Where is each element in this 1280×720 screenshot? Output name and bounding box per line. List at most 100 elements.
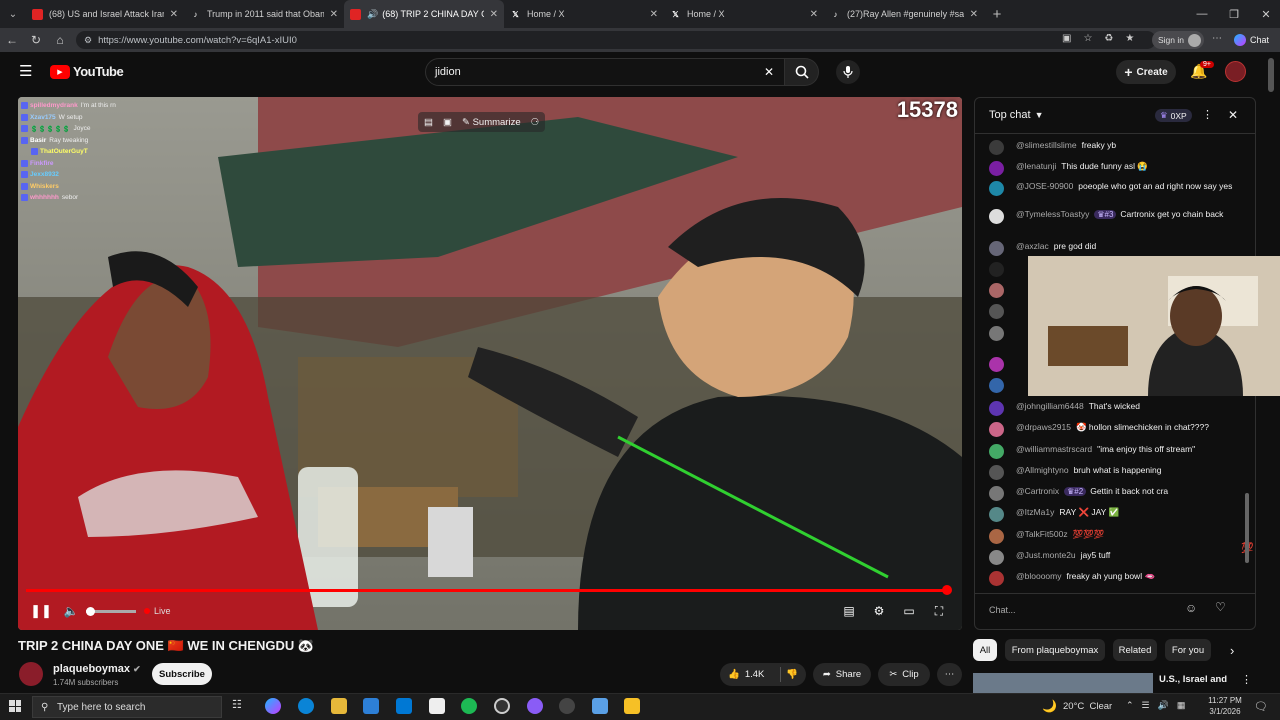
- avatar[interactable]: [989, 209, 1004, 224]
- captions-toggle-icon[interactable]: ▣: [443, 117, 452, 128]
- volume-icon[interactable]: 🔈: [56, 597, 86, 625]
- task-view-icon[interactable]: ☷: [232, 698, 248, 714]
- clear-search-icon[interactable]: ✕: [764, 65, 774, 79]
- speaker-icon[interactable]: 🔊: [367, 9, 378, 20]
- notification-center-icon[interactable]: 🗨: [1254, 700, 1268, 713]
- chip-from-channel[interactable]: From plaqueboymax: [1005, 639, 1105, 661]
- avatar[interactable]: [989, 444, 1004, 459]
- browser-tab-5[interactable]: 𝕏 Home / X ✕: [664, 0, 824, 28]
- like-button[interactable]: 👍 1.4K: [728, 669, 764, 680]
- close-tab-icon[interactable]: ✕: [330, 9, 338, 20]
- tray-expand-icon[interactable]: ⌃: [1126, 700, 1134, 711]
- chat-input[interactable]: Chat...: [989, 600, 1189, 620]
- progress-scrubber[interactable]: [941, 585, 952, 595]
- top-chat-dropdown[interactable]: Top chat ▼: [989, 109, 1044, 121]
- summarize-button[interactable]: ✎ Summarize: [462, 117, 521, 128]
- emoji-picker-icon[interactable]: ☺: [1185, 601, 1197, 615]
- recommendation-thumbnail[interactable]: [973, 673, 1153, 693]
- chat-scroll-thumb[interactable]: [1245, 493, 1249, 563]
- volume-knob[interactable]: [86, 606, 95, 616]
- channel-name[interactable]: plaqueboymax ✔: [53, 663, 141, 675]
- store-icon[interactable]: [363, 698, 379, 714]
- live-indicator[interactable]: Live: [144, 606, 171, 616]
- chat-author[interactable]: @axzlac: [1016, 241, 1049, 251]
- thumbs-down-icon[interactable]: 👎: [786, 669, 798, 680]
- avatar[interactable]: [989, 304, 1004, 319]
- chat-more-menu-icon[interactable]: ⋮: [1202, 108, 1213, 121]
- close-tab-icon[interactable]: ✕: [490, 9, 498, 20]
- pause-icon[interactable]: ❚❚: [26, 597, 56, 625]
- mail-icon[interactable]: [396, 698, 412, 714]
- chat-author[interactable]: @drpaws2915: [1016, 422, 1071, 432]
- chat-author[interactable]: @TalkFit500z: [1016, 529, 1068, 539]
- hamburger-menu-icon[interactable]: ☰: [19, 64, 33, 79]
- chat-author[interactable]: @lenatunji: [1016, 161, 1056, 171]
- search-button[interactable]: [785, 58, 819, 86]
- avatar[interactable]: [989, 262, 1004, 277]
- volume-slider[interactable]: [86, 606, 136, 616]
- picture-in-picture-icon[interactable]: ▤: [424, 117, 433, 128]
- app-icon[interactable]: [624, 698, 640, 714]
- chat-author[interactable]: @TymelessToastyy: [1016, 209, 1089, 219]
- avatar[interactable]: [989, 140, 1004, 155]
- browser-tab-3-active[interactable]: 🔊 (68) TRIP 2 CHINA DAY ONE ☕ ✕: [344, 0, 504, 28]
- site-info-icon[interactable]: ⚙: [84, 35, 92, 46]
- remote-desktop-icon[interactable]: [592, 698, 608, 714]
- share-button[interactable]: ➦ Share: [813, 663, 871, 686]
- avatar[interactable]: [989, 422, 1004, 437]
- recommendation-title[interactable]: U.S., Israel and: [1159, 674, 1227, 685]
- avatar[interactable]: [989, 550, 1004, 565]
- sign-in-button[interactable]: Sign in: [1152, 31, 1204, 49]
- chat-author[interactable]: @Just.monte2u: [1016, 550, 1076, 560]
- subtitles-icon[interactable]: ▤: [834, 597, 864, 625]
- search-input[interactable]: jidion ✕: [425, 58, 785, 86]
- avatar[interactable]: [989, 161, 1004, 176]
- favorites-icon[interactable]: ★: [1125, 33, 1134, 44]
- close-chat-icon[interactable]: ✕: [1228, 108, 1238, 122]
- extensions-icon[interactable]: ♻: [1104, 33, 1113, 44]
- avatar[interactable]: [989, 181, 1004, 196]
- home-icon[interactable]: ⌂: [48, 28, 72, 52]
- edge-browser-icon[interactable]: [298, 698, 314, 714]
- window-close-icon[interactable]: ✕: [1250, 0, 1280, 28]
- create-button[interactable]: + Create: [1116, 60, 1176, 84]
- voice-search-button[interactable]: [836, 60, 860, 84]
- chevron-right-icon[interactable]: ›: [1230, 643, 1234, 658]
- close-tab-icon[interactable]: ✕: [650, 9, 658, 20]
- discord-icon[interactable]: [527, 698, 543, 714]
- close-tab-icon[interactable]: ✕: [810, 9, 818, 20]
- video-progress-bar[interactable]: [26, 585, 952, 595]
- address-bar[interactable]: ⚙ https://www.youtube.com/watch?v=6qIA1-…: [76, 31, 1156, 49]
- chat-author[interactable]: @bloooomy: [1016, 571, 1061, 581]
- avatar[interactable]: [989, 326, 1004, 341]
- bookmark-star-icon[interactable]: ☆: [1083, 33, 1092, 44]
- media-app-icon[interactable]: [559, 698, 575, 714]
- avatar[interactable]: [989, 571, 1004, 586]
- avatar[interactable]: [989, 283, 1004, 298]
- minimize-icon[interactable]: —: [1186, 0, 1218, 28]
- heart-reaction-icon[interactable]: ♡: [1215, 600, 1226, 614]
- reload-icon[interactable]: ↻: [24, 28, 48, 52]
- settings-gear-icon[interactable]: ⚙: [864, 597, 894, 625]
- avatar[interactable]: [989, 401, 1004, 416]
- chip-all[interactable]: All: [973, 639, 997, 661]
- xp-badge[interactable]: ♛ 0XP: [1155, 109, 1192, 122]
- chat-author[interactable]: @Allmightyno: [1016, 465, 1069, 475]
- recommendation-more-icon[interactable]: ⋮: [1241, 673, 1252, 686]
- volume-tray-icon[interactable]: 🔊: [1158, 700, 1169, 711]
- chip-related[interactable]: Related: [1113, 639, 1157, 661]
- browser-tab-2[interactable]: ♪ Trump in 2011 said that Obama w ✕: [184, 0, 344, 28]
- chat-author[interactable]: @Cartronix: [1016, 486, 1059, 496]
- chat-author[interactable]: @JOSE-90900: [1016, 181, 1073, 191]
- weather-moon-icon[interactable]: 🌙: [1042, 699, 1057, 713]
- chip-for-you[interactable]: For you: [1165, 639, 1211, 661]
- more-menu-icon[interactable]: ⋯: [1212, 33, 1222, 44]
- taskbar-search-input[interactable]: ⚲ Type here to search: [32, 696, 222, 718]
- network-icon[interactable]: ☰: [1142, 700, 1150, 711]
- chat-author[interactable]: @slimestillslime: [1016, 140, 1077, 150]
- more-actions-icon[interactable]: ⋯: [937, 663, 962, 686]
- obs-icon[interactable]: [494, 698, 510, 714]
- notepad-icon[interactable]: [429, 698, 445, 714]
- clock[interactable]: 11:27 PM 3/1/2026: [1205, 695, 1245, 717]
- browser-tab-1[interactable]: (68) US and Israel Attack Iran - LIV ✕: [26, 0, 184, 28]
